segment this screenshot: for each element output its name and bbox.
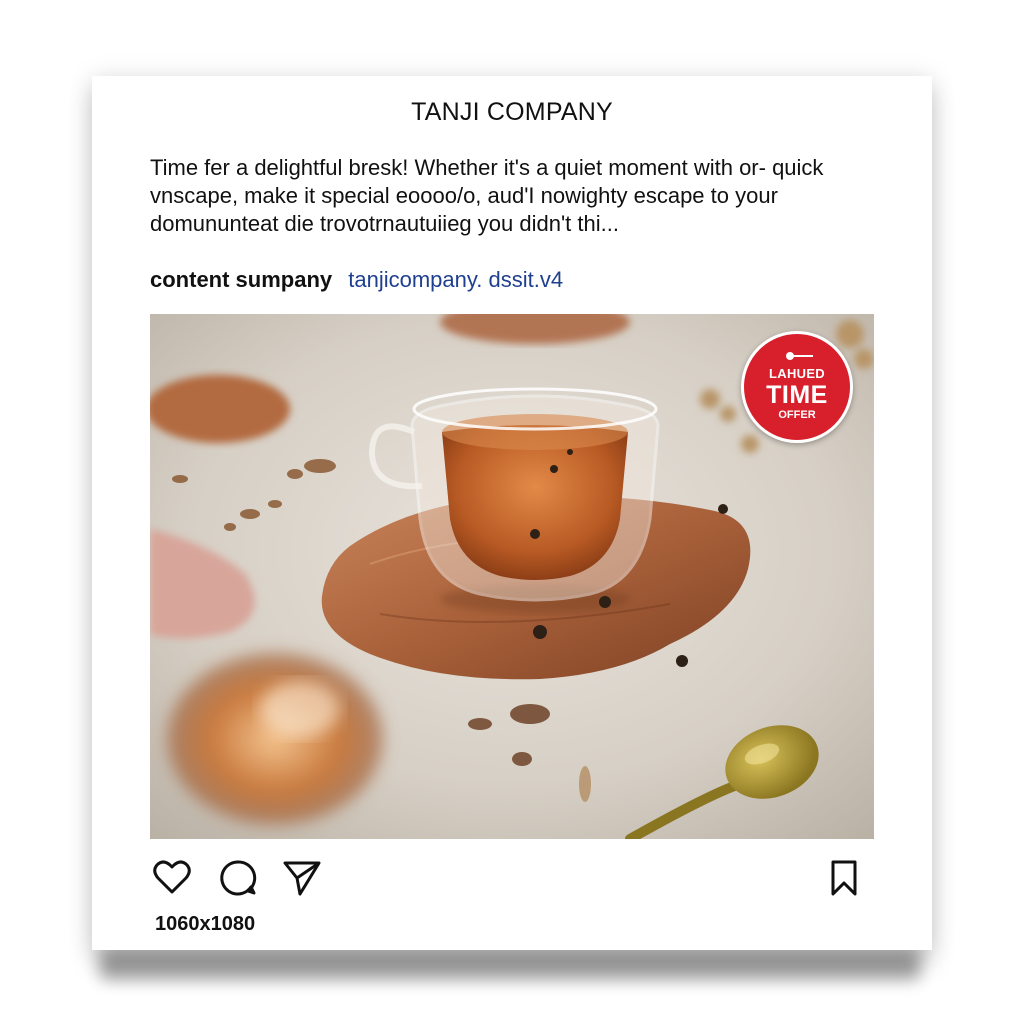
post-title: TANJI COMPANY [411, 98, 613, 126]
bookmark-icon[interactable] [824, 858, 864, 898]
spoon-icon [786, 352, 813, 360]
badge-bottom-text: OFFER [778, 409, 816, 421]
badge-main-text: TIME [766, 381, 828, 409]
comment-icon[interactable] [218, 858, 258, 898]
post-caption: Time fer a delightful bresk! Whether it'… [150, 155, 824, 236]
image-size-label: 1060x1080 [155, 913, 256, 935]
post-image[interactable]: LAHUED TIME OFFER [150, 314, 874, 839]
account-link[interactable]: tanjicompany. dssit.v4 [348, 267, 563, 292]
send-icon[interactable] [282, 858, 322, 898]
post-card: TANJI COMPANY Time fer a delightful bres… [92, 76, 932, 950]
account-name[interactable]: content sumpany [150, 267, 332, 292]
badge-top-text: LAHUED [769, 366, 825, 381]
limited-time-offer-badge: LAHUED TIME OFFER [741, 331, 853, 443]
card-shadow [100, 950, 920, 980]
heart-icon[interactable] [152, 858, 192, 898]
action-bar [152, 858, 864, 898]
account-row: content sumpany tanjicompany. dssit.v4 [150, 267, 563, 293]
